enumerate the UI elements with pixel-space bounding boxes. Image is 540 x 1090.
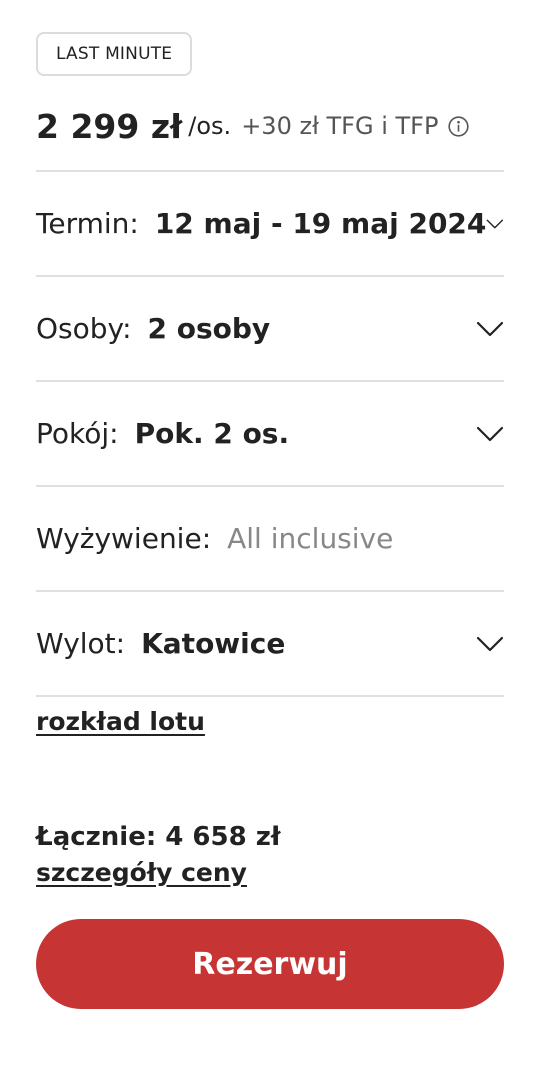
price-unit: /os.: [188, 112, 232, 140]
persons-selector[interactable]: Osoby: 2 osoby: [36, 277, 504, 382]
book-button[interactable]: Rezerwuj: [36, 919, 504, 1009]
departure-value: Katowice: [141, 627, 286, 660]
price-extra-fees: +30 zł TFG i TFP: [241, 112, 439, 140]
departure-label: Wylot:: [36, 627, 126, 660]
board-info: Wyżywienie: All inclusive: [36, 487, 504, 592]
date-label: Termin:: [36, 207, 139, 240]
date-value: 12 maj - 19 maj 2024: [154, 207, 487, 240]
persons-label: Osoby:: [36, 312, 132, 345]
room-value: Pok. 2 os.: [134, 417, 290, 450]
price-per-person: 2 299 zł: [36, 106, 183, 146]
chevron-down-icon[interactable]: [476, 636, 504, 652]
board-value: All inclusive: [227, 522, 394, 555]
chevron-down-icon[interactable]: [476, 321, 504, 337]
booking-options: Termin: 12 maj - 19 maj 2024 Osoby: 2 os…: [36, 170, 504, 697]
total-price: Łącznie: 4 658 zł: [36, 822, 281, 852]
price-details-link[interactable]: szczegóły ceny: [36, 858, 247, 887]
departure-selector[interactable]: Wylot: Katowice: [36, 592, 504, 697]
last-minute-badge: LAST MINUTE: [36, 32, 193, 76]
persons-value: 2 osoby: [147, 312, 271, 345]
price-row: 2 299 zł /os. +30 zł TFG i TFP: [36, 102, 504, 150]
room-label: Pokój:: [36, 417, 119, 450]
date-selector[interactable]: Termin: 12 maj - 19 maj 2024: [36, 172, 504, 277]
booking-panel: LAST MINUTE 2 299 zł /os. +30 zł TFG i T…: [36, 32, 504, 1009]
room-selector[interactable]: Pokój: Pok. 2 os.: [36, 382, 504, 487]
board-label: Wyżywienie:: [36, 522, 212, 555]
chevron-down-icon[interactable]: [486, 216, 504, 232]
chevron-down-icon[interactable]: [476, 426, 504, 442]
flight-schedule-link[interactable]: rozkład lotu: [36, 707, 205, 736]
info-icon[interactable]: [448, 115, 470, 137]
